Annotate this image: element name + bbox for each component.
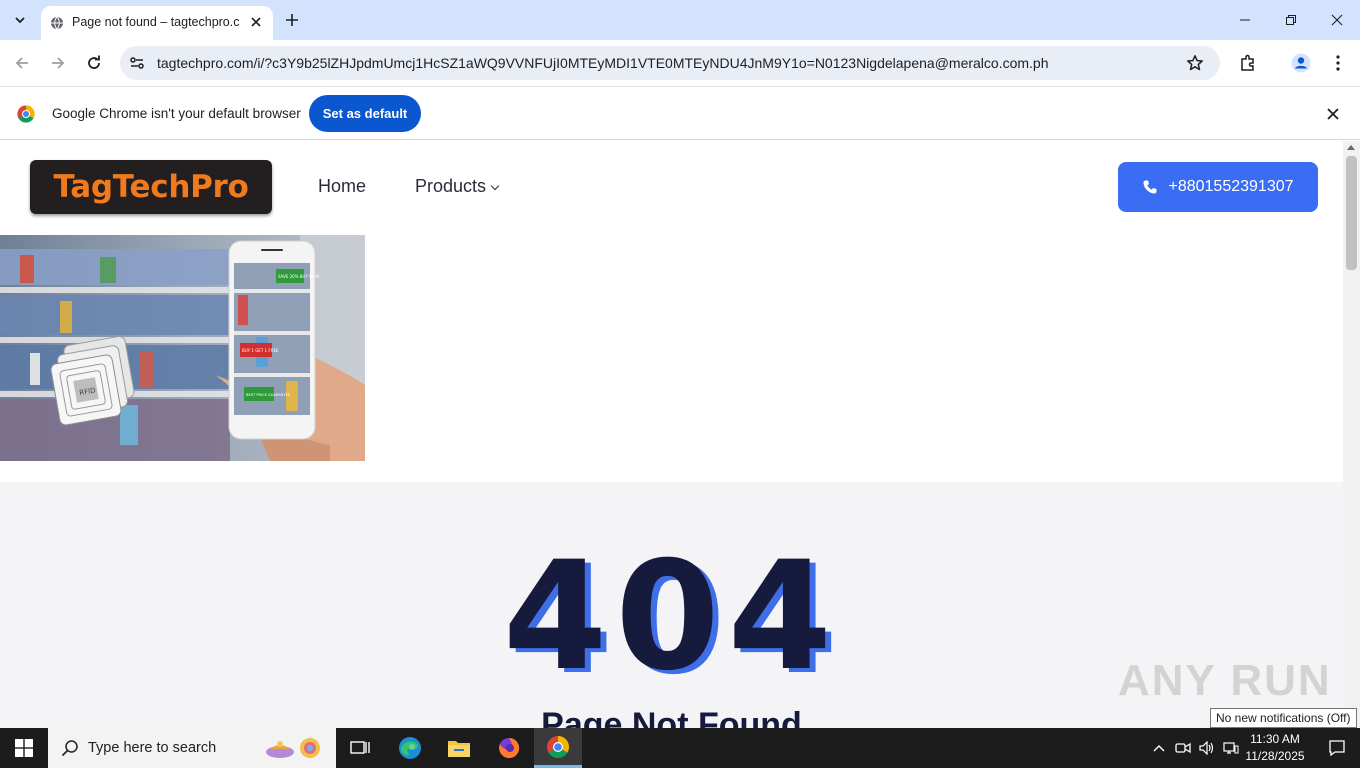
edge-icon bbox=[399, 737, 421, 759]
scroll-thumb[interactable] bbox=[1346, 156, 1357, 270]
taskbar-chrome[interactable] bbox=[534, 728, 582, 768]
scroll-up-arrow[interactable] bbox=[1347, 145, 1355, 150]
minimize-button[interactable] bbox=[1222, 0, 1268, 40]
site-logo[interactable]: TagTechPro bbox=[30, 160, 272, 214]
search-highlight-graphic bbox=[266, 738, 320, 758]
tab-title: Page not found – tagtechpro.com bbox=[72, 15, 240, 29]
plus-icon bbox=[286, 14, 298, 26]
hero-image: RFID SAVE 20% BUY NOW BUY 1 GET 1 FREE B… bbox=[0, 235, 365, 461]
taskbar-file-explorer[interactable] bbox=[435, 728, 483, 768]
forward-button[interactable] bbox=[45, 50, 71, 76]
meet-icon bbox=[1175, 742, 1191, 754]
task-view-icon bbox=[350, 741, 370, 754]
maximize-icon bbox=[1286, 15, 1296, 25]
tab-search-button[interactable] bbox=[7, 7, 33, 33]
volume-icon bbox=[1199, 741, 1214, 755]
infobar-close-button[interactable] bbox=[1324, 105, 1342, 123]
browser-tab[interactable]: Page not found – tagtechpro.com bbox=[41, 6, 273, 40]
reload-icon bbox=[88, 55, 100, 69]
network-icon bbox=[1223, 742, 1239, 754]
maximize-button[interactable] bbox=[1268, 0, 1314, 40]
site-logo-text: TagTechPro bbox=[53, 169, 249, 205]
extensions-icon bbox=[1241, 54, 1254, 71]
system-clock[interactable]: 11:30 AM 11/28/2025 bbox=[1244, 731, 1306, 765]
globe-icon bbox=[51, 16, 63, 30]
star-icon[interactable] bbox=[1186, 54, 1204, 72]
minimize-icon bbox=[1240, 19, 1250, 21]
url-text[interactable]: tagtechpro.com/i/?c3Y9b25lZHJpdmUmcj1HcS… bbox=[157, 55, 1049, 71]
action-center-button[interactable] bbox=[1314, 728, 1360, 768]
notification-tooltip: No new notifications (Off) bbox=[1210, 708, 1357, 728]
close-icon bbox=[1331, 14, 1343, 26]
tag-bestprice-label: BEST PRICE GUARANTEE bbox=[246, 393, 291, 397]
tab-strip: Page not found – tagtechpro.com bbox=[0, 0, 1360, 40]
nav-products-link[interactable]: Products bbox=[415, 176, 500, 197]
network-button[interactable] bbox=[1222, 739, 1240, 757]
meet-now-button[interactable] bbox=[1174, 739, 1192, 757]
chevron-down-icon bbox=[490, 181, 500, 191]
clock-time: 11:30 AM bbox=[1250, 732, 1300, 746]
infobar-message: Google Chrome isn't your default browser bbox=[52, 106, 301, 121]
extensions-button[interactable] bbox=[1235, 50, 1261, 76]
file-explorer-icon bbox=[448, 741, 470, 757]
back-button[interactable] bbox=[9, 50, 35, 76]
close-icon bbox=[251, 17, 261, 27]
taskbar-search-placeholder: Type here to search bbox=[88, 740, 217, 756]
taskbar-search-box[interactable]: Type here to search bbox=[48, 728, 336, 768]
windows-taskbar: Type here to search 11:30 AM 11/28/2025 bbox=[0, 728, 1360, 768]
show-hidden-icons-button[interactable] bbox=[1150, 739, 1168, 757]
back-arrow-icon bbox=[15, 57, 28, 69]
tab-close-button[interactable] bbox=[246, 12, 266, 32]
chrome-logo-icon bbox=[17, 105, 35, 123]
task-view-button[interactable] bbox=[336, 728, 384, 768]
error-title: Page Not Found bbox=[541, 706, 802, 728]
notification-icon bbox=[1329, 740, 1345, 757]
chrome-menu-button[interactable] bbox=[1325, 50, 1351, 76]
phone-number: +8801552391307 bbox=[1168, 178, 1294, 195]
reload-button[interactable] bbox=[81, 50, 107, 76]
page-viewport: TagTechPro Home Products +8801552391307 bbox=[0, 141, 1343, 728]
firefox-icon bbox=[499, 737, 520, 758]
set-as-default-button[interactable]: Set as default bbox=[309, 95, 421, 132]
start-button[interactable] bbox=[0, 728, 48, 768]
site-settings-icon[interactable] bbox=[128, 54, 146, 72]
anyrun-watermark: ANY RUN bbox=[1118, 656, 1332, 705]
chevron-up-icon bbox=[1153, 745, 1165, 752]
taskbar-firefox[interactable] bbox=[485, 728, 533, 768]
profile-button[interactable] bbox=[1288, 50, 1314, 76]
tag-save-label: SAVE 20% BUY NOW bbox=[278, 274, 319, 279]
chevron-down-icon bbox=[15, 17, 25, 24]
profile-icon bbox=[1291, 53, 1311, 73]
nav-home-link[interactable]: Home bbox=[318, 176, 366, 197]
nav-products-label: Products bbox=[415, 176, 487, 196]
close-window-button[interactable] bbox=[1314, 0, 1360, 40]
browser-toolbar: tagtechpro.com/i/?c3Y9b25lZHJpdmUmcj1HcS… bbox=[0, 40, 1360, 86]
clock-date: 11/28/2025 bbox=[1245, 749, 1305, 763]
tag-bogo-label: BUY 1 GET 1 FREE bbox=[242, 348, 279, 353]
forward-arrow-icon bbox=[52, 57, 65, 69]
phone-icon bbox=[1143, 180, 1157, 194]
page-scrollbar[interactable] bbox=[1343, 141, 1360, 728]
new-tab-button[interactable] bbox=[280, 8, 304, 32]
volume-button[interactable] bbox=[1198, 739, 1216, 757]
windows-logo-icon bbox=[15, 739, 33, 757]
close-icon bbox=[1327, 108, 1339, 120]
default-browser-infobar: Google Chrome isn't your default browser… bbox=[0, 86, 1360, 140]
address-bar[interactable]: tagtechpro.com/i/?c3Y9b25lZHJpdmUmcj1HcS… bbox=[120, 46, 1220, 80]
search-icon bbox=[61, 740, 78, 757]
chrome-icon bbox=[547, 735, 569, 758]
phone-contact-button[interactable]: +8801552391307 bbox=[1118, 162, 1318, 212]
taskbar-edge[interactable] bbox=[386, 728, 434, 768]
kebab-menu-icon bbox=[1336, 55, 1340, 71]
